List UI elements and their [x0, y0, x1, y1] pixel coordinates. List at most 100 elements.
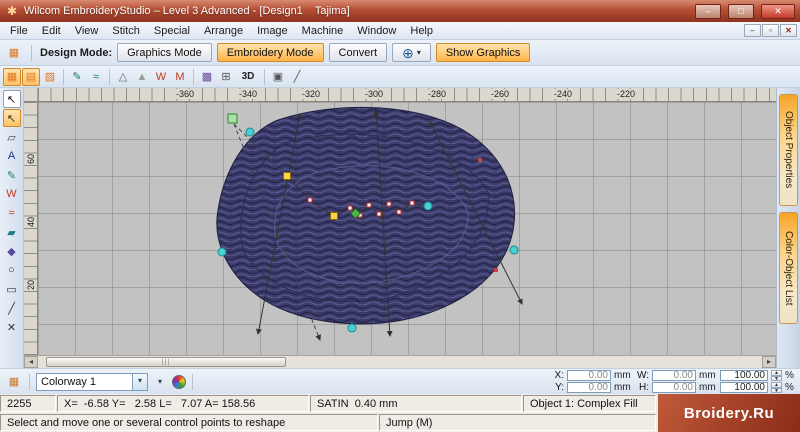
control-point[interactable] [366, 202, 372, 208]
scrollbar-thumb[interactable]: ||| [46, 357, 286, 367]
w-field[interactable] [652, 370, 696, 381]
transform-panel: X: mm W: mm ▲ ▼ % Y: mm H: mm [550, 370, 795, 393]
ellipse-tool[interactable]: ○ [3, 261, 21, 279]
mdi-restore-button[interactable]: ▫ [762, 24, 779, 37]
grid-toggle-icon[interactable]: ⊞ [217, 68, 235, 86]
close-button[interactable]: ✕ [761, 3, 795, 19]
brand-watermark: Broidery.Ru [658, 394, 800, 432]
motif-run-tool[interactable]: ≈ [3, 204, 21, 222]
menu-machine[interactable]: Machine [295, 24, 351, 38]
digitize-run-icon[interactable]: ✎ [68, 68, 86, 86]
zigzag-icon[interactable]: W [152, 68, 170, 86]
input-a-icon[interactable]: △ [114, 68, 132, 86]
complex-fill-tool[interactable]: ◆ [3, 242, 21, 260]
control-point[interactable] [307, 197, 313, 203]
menu-view[interactable]: View [68, 24, 106, 38]
chevron-down-icon[interactable]: ▾ [132, 373, 147, 390]
scale-y-spinner[interactable]: ▲ ▼ [771, 382, 782, 393]
edge-handle[interactable] [509, 245, 519, 255]
run-digitize-tool[interactable]: ✎ [3, 166, 21, 184]
fill-pattern-icon[interactable]: ▩ [198, 68, 216, 86]
edge-handle[interactable] [347, 323, 357, 333]
scroll-left-icon[interactable]: ◂ [24, 356, 38, 368]
jump-stitch-icon[interactable]: ▤ [22, 67, 40, 86]
scale-y-field[interactable] [720, 382, 768, 393]
line-tool[interactable]: ╱ [3, 299, 21, 317]
control-point[interactable] [409, 200, 415, 206]
control-point[interactable] [396, 209, 402, 215]
satin-input-tool[interactable]: W [3, 185, 21, 203]
globe-button[interactable]: ⊕ ▾ [392, 43, 431, 62]
separator [63, 68, 64, 85]
measure-icon[interactable]: ╱ [288, 68, 306, 86]
control-point[interactable] [376, 211, 382, 217]
y-field[interactable] [567, 382, 611, 393]
menu-stitch[interactable]: Stitch [105, 24, 147, 38]
satin-icon[interactable]: M [171, 68, 189, 86]
show-graphics-button[interactable]: Show Graphics [435, 43, 531, 62]
tab-object-properties[interactable]: Object Properties [779, 94, 798, 206]
maximize-button[interactable]: □ [728, 3, 754, 19]
h-ruler-label: -360 [174, 89, 196, 99]
w-label: W: [636, 370, 649, 381]
tab-color-object-list[interactable]: Color-Object List [779, 212, 798, 324]
docked-panel-tabs: Object Properties Color-Object List [776, 88, 800, 368]
edge-handle[interactable] [423, 201, 433, 211]
control-point[interactable] [330, 212, 338, 220]
colorway-select[interactable]: Colorway 1 ▾ [36, 372, 148, 391]
design-window-icon[interactable]: ▦ [5, 44, 23, 62]
scroll-right-icon[interactable]: ▸ [762, 356, 776, 368]
menu-image[interactable]: Image [250, 24, 295, 38]
minimize-button[interactable]: – [695, 3, 721, 19]
lettering-tool[interactable]: A [3, 147, 21, 165]
menu-window[interactable]: Window [350, 24, 403, 38]
control-point[interactable] [283, 172, 291, 180]
edge-handle[interactable] [245, 127, 255, 137]
chevron-down-icon: ▾ [416, 48, 421, 57]
h-field[interactable] [652, 382, 696, 393]
menu-help[interactable]: Help [403, 24, 440, 38]
digitize-curve-icon[interactable]: ≈ [87, 68, 105, 86]
control-point[interactable] [347, 205, 353, 211]
spin-down-icon[interactable]: ▼ [771, 375, 782, 381]
control-point[interactable] [386, 201, 392, 207]
run-stitch-icon[interactable]: ▦ [3, 67, 21, 86]
v-ruler-label: 40 [26, 217, 36, 228]
window-title: Wilcom EmbroideryStudio – Level 3 Advanc… [24, 5, 350, 17]
mdi-minimize-button[interactable]: – [744, 24, 761, 37]
reshape-object-tool[interactable]: ↖ [2, 109, 21, 127]
anchor-handle[interactable] [227, 113, 238, 124]
colorway-colors-icon[interactable] [172, 374, 186, 389]
stitch-player-icon[interactable]: ▦ [5, 373, 23, 391]
horizontal-scrollbar[interactable]: ◂ ||| ▸ [24, 355, 776, 368]
x-unit: mm [614, 370, 631, 381]
stitch-select-icon[interactable]: ▨ [41, 68, 59, 86]
rectangle-tool[interactable]: ▭ [3, 280, 21, 298]
mdi-close-button[interactable]: ✕ [780, 24, 797, 37]
exit-point-marker[interactable] [494, 268, 498, 272]
embroidery-object[interactable] [216, 106, 516, 325]
embroidery-mode-button[interactable]: Embroidery Mode [216, 43, 324, 62]
spin-down-icon[interactable]: ▼ [771, 387, 782, 393]
menu-bar: File Edit View Stitch Special Arrange Image Mac… [0, 22, 800, 40]
scale-x-field[interactable] [720, 370, 768, 381]
fill-input-tool[interactable]: ▰ [3, 223, 21, 241]
menu-arrange[interactable]: Arrange [197, 24, 250, 38]
graphics-mode-button[interactable]: Graphics Mode [117, 43, 212, 62]
scale-x-spinner[interactable]: ▲ ▼ [771, 370, 782, 381]
overview-icon[interactable]: ▣ [269, 68, 287, 86]
edge-handle[interactable] [217, 247, 227, 257]
input-b-icon[interactable]: ▲ [133, 68, 151, 86]
polygon-select-tool[interactable]: ▱ [3, 128, 21, 146]
x-field[interactable] [567, 370, 611, 381]
menu-file[interactable]: File [3, 24, 35, 38]
threed-view-icon[interactable]: 3D [236, 68, 260, 86]
menu-special[interactable]: Special [147, 24, 197, 38]
colorway-menu-button[interactable]: ▾ [151, 373, 169, 391]
select-object-tool[interactable]: ↖ [2, 90, 21, 108]
entry-point-marker[interactable] [478, 158, 482, 162]
penetrations-tool[interactable]: ✕ [3, 318, 21, 336]
design-canvas[interactable] [38, 102, 776, 355]
menu-edit[interactable]: Edit [35, 24, 68, 38]
convert-button[interactable]: Convert [328, 43, 388, 62]
